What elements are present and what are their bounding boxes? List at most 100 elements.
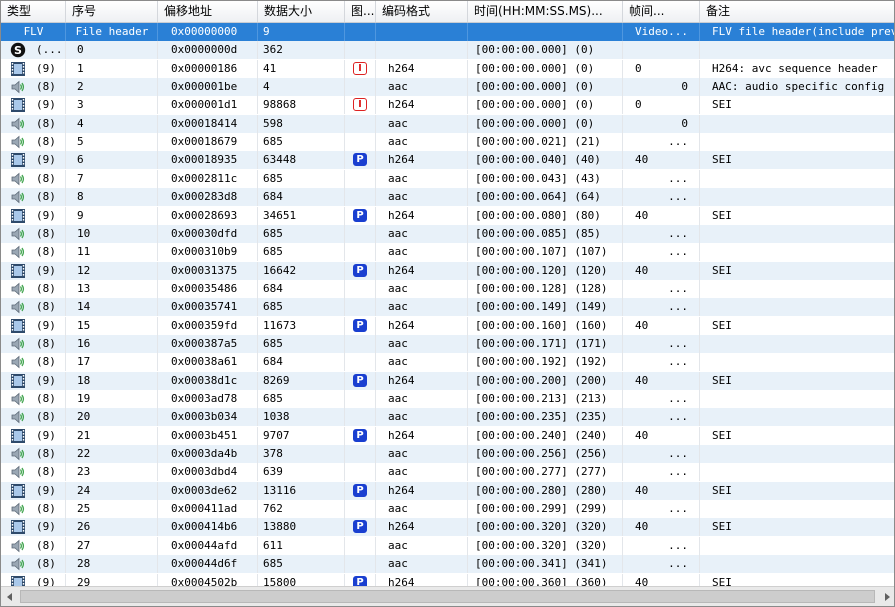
cell-offset: 0x000359fd: [171, 319, 238, 332]
column-divider: [157, 78, 158, 96]
column-divider: [375, 353, 376, 371]
column-divider: [157, 96, 158, 114]
table-row[interactable]: (9) 18 0x00038d1c 8269 Ph264 [00:00:00.200] (…: [1, 372, 894, 390]
column-divider: [375, 41, 376, 59]
cell-size: 684: [263, 190, 283, 203]
column-divider: [467, 427, 468, 445]
table-row[interactable]: FLV File header 0x00000000 9 Video... FLV fil…: [1, 23, 894, 41]
column-divider: [157, 427, 158, 445]
table-row[interactable]: (9) 3 0x000001d1 98868 Ih264 [00:00:00.000] (…: [1, 96, 894, 114]
table-row[interactable]: (8) 10 0x00030dfd 685 aac [00:00:00.085] (85)…: [1, 225, 894, 243]
cell-type: (8): [36, 557, 56, 570]
cell-index: 19: [77, 392, 91, 405]
scroll-right-button[interactable]: [878, 587, 894, 606]
table-row[interactable]: (8) 11 0x000310b9 685 aac [00:00:00.107] (107…: [1, 243, 894, 261]
table-row[interactable]: (8) 20 0x0003b034 1038 aac [00:00:00.235] (23…: [1, 408, 894, 426]
table-row[interactable]: (8) 25 0x000411ad 762 aac [00:00:00.299] (299…: [1, 500, 894, 518]
column-divider: [344, 353, 345, 371]
column-header-codec[interactable]: 编码格式: [376, 1, 468, 22]
table-row[interactable]: (8) 19 0x0003ad78 685 aac [00:00:00.213] (213…: [1, 390, 894, 408]
column-header-size[interactable]: 数据大小: [258, 1, 345, 22]
column-divider: [65, 445, 66, 463]
cell-interval: ...: [668, 172, 688, 185]
cell-interval: Video...: [635, 25, 688, 38]
cell-offset: 0x0003b034: [171, 410, 238, 423]
cell-offset: 0x00030dfd: [171, 227, 238, 240]
column-divider: [699, 574, 700, 586]
horizontal-scrollbar[interactable]: [1, 586, 894, 606]
column-divider: [344, 23, 345, 41]
column-divider: [65, 170, 66, 188]
cell-codec: h264: [388, 62, 415, 75]
speaker-icon: [10, 556, 26, 572]
column-divider: [65, 482, 66, 500]
table-row[interactable]: (9) 26 0x000414b6 13880 Ph264 [00:00:00.320] …: [1, 518, 894, 536]
cell-type: (9): [36, 576, 56, 586]
cell-type: (...: [36, 43, 63, 56]
table-row[interactable]: S (... 0 0x0000000d 362 [00:00:00.000] (0): [1, 41, 894, 59]
table-row[interactable]: (8) 14 0x00035741 685 aac [00:00:00.149] (149…: [1, 298, 894, 316]
scrollbar-thumb[interactable]: [20, 590, 875, 603]
column-divider: [344, 408, 345, 426]
table-row[interactable]: (9) 12 0x00031375 16642 Ph264 [00:00:00.120] …: [1, 262, 894, 280]
table-row[interactable]: (8) 4 0x00018414 598 aac [00:00:00.000] (0) 0: [1, 115, 894, 133]
cell-codec: h264: [388, 319, 415, 332]
p-frame-icon: P: [353, 576, 367, 586]
cell-interval: 40: [635, 153, 649, 166]
cell-index: 20: [77, 410, 91, 423]
column-divider: [467, 96, 468, 114]
table-row[interactable]: (8) 13 0x00035486 684 aac [00:00:00.128] (128…: [1, 280, 894, 298]
table-row[interactable]: (8) 27 0x00044afd 611 aac [00:00:00.320] (320…: [1, 537, 894, 555]
column-divider: [257, 78, 258, 96]
scroll-left-button[interactable]: [1, 587, 19, 606]
column-divider: [257, 463, 258, 481]
column-divider: [467, 537, 468, 555]
column-divider: [65, 500, 66, 518]
table-row[interactable]: (8) 22 0x0003da4b 378 aac [00:00:00.256] (256…: [1, 445, 894, 463]
column-divider: [467, 78, 468, 96]
cell-size: 13880: [263, 520, 297, 533]
column-divider: [375, 335, 376, 353]
speaker-icon: [10, 446, 26, 462]
table-row[interactable]: (9) 9 0x00028693 34651 Ph264 [00:00:00.080] (…: [1, 207, 894, 225]
table-row[interactable]: (9) 1 0x00000186 41 Ih264 [00:00:00.000] (0) 0…: [1, 60, 894, 78]
cell-codec: aac: [388, 410, 408, 423]
cell-time: [00:00:00.192] (192): [475, 355, 608, 368]
table-row[interactable]: (8) 17 0x00038a61 684 aac [00:00:00.192] (192…: [1, 353, 894, 371]
column-header-index[interactable]: 序号: [66, 1, 158, 22]
column-header-type[interactable]: 类型: [1, 1, 66, 22]
cell-codec: h264: [388, 576, 415, 586]
column-header-note[interactable]: 备注: [700, 1, 894, 22]
table-row[interactable]: (9) 21 0x0003b451 9707 Ph264 [00:00:00.240] (…: [1, 427, 894, 445]
cell-codec: aac: [388, 172, 408, 185]
speaker-icon: [10, 391, 26, 407]
table-row[interactable]: (8) 16 0x000387a5 685 aac [00:00:00.171] (171…: [1, 335, 894, 353]
cell-index: 24: [77, 484, 91, 497]
cell-codec: h264: [388, 520, 415, 533]
column-divider: [467, 574, 468, 586]
column-divider: [699, 207, 700, 225]
column-divider: [375, 207, 376, 225]
table-row[interactable]: (9) 24 0x0003de62 13116 Ph264 [00:00:00.280] …: [1, 482, 894, 500]
table-row[interactable]: (8) 5 0x00018679 685 aac [00:00:00.021] (21).…: [1, 133, 894, 151]
column-divider: [622, 207, 623, 225]
cell-size: 685: [263, 172, 283, 185]
column-header-offset[interactable]: 偏移地址: [158, 1, 258, 22]
column-divider: [257, 482, 258, 500]
table-row[interactable]: (8) 8 0x000283d8 684 aac [00:00:00.064] (64).…: [1, 188, 894, 206]
table-row[interactable]: (8) 7 0x0002811c 685 aac [00:00:00.043] (43).…: [1, 170, 894, 188]
table-row[interactable]: (8) 28 0x00044d6f 685 aac [00:00:00.341] (341…: [1, 555, 894, 573]
table-row[interactable]: (9) 6 0x00018935 63448 Ph264 [00:00:00.040] (…: [1, 151, 894, 169]
cell-type: (8): [36, 282, 56, 295]
cell-size: 685: [263, 392, 283, 405]
table-row[interactable]: (9) 15 0x000359fd 11673 Ph264 [00:00:00.160] …: [1, 317, 894, 335]
table-row[interactable]: (8) 23 0x0003dbd4 639 aac [00:00:00.277] (277…: [1, 463, 894, 481]
table-row[interactable]: (8) 2 0x000001be 4 aac [00:00:00.000] (0) 0 AAC…: [1, 78, 894, 96]
column-header-interval[interactable]: 帧间...: [623, 1, 700, 22]
table-row[interactable]: (9) 29 0x0004502b 15800 Ph264 [00:00:00.360] …: [1, 574, 894, 586]
column-divider: [699, 262, 700, 280]
cell-offset: 0x00044afd: [171, 539, 238, 552]
column-header-frame[interactable]: 图...: [345, 1, 376, 22]
column-header-time[interactable]: 时间(HH:MM:SS.MS)...: [468, 1, 623, 22]
column-divider: [467, 317, 468, 335]
